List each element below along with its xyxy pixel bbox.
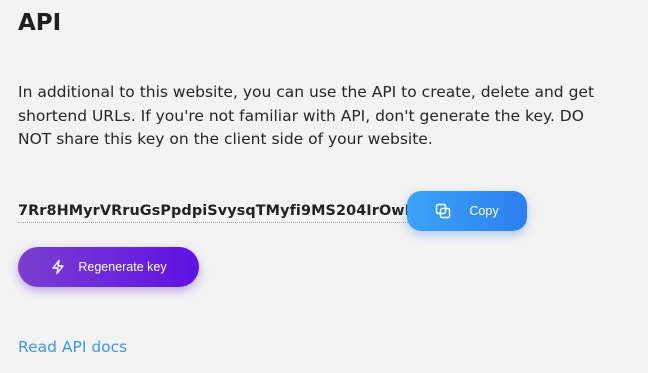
page-title: API — [18, 10, 62, 36]
copy-icon — [435, 203, 451, 219]
regenerate-key-label: Regenerate key — [78, 260, 167, 274]
api-key-row: 7Rr8HMyrVRruGsPpdpiSvysqTMyfi9MS204IrOwK… — [18, 191, 527, 231]
api-description: In additional to this website, you can u… — [18, 83, 595, 148]
regenerate-key-button[interactable]: Regenerate key — [18, 247, 199, 287]
copy-button-label: Copy — [469, 204, 499, 218]
api-key-value[interactable]: 7Rr8HMyrVRruGsPpdpiSvysqTMyfi9MS204IrOwK — [18, 203, 416, 223]
copy-button[interactable]: Copy — [407, 191, 527, 231]
lightning-icon — [50, 259, 66, 275]
read-api-docs-link[interactable]: Read API docs — [18, 337, 127, 357]
